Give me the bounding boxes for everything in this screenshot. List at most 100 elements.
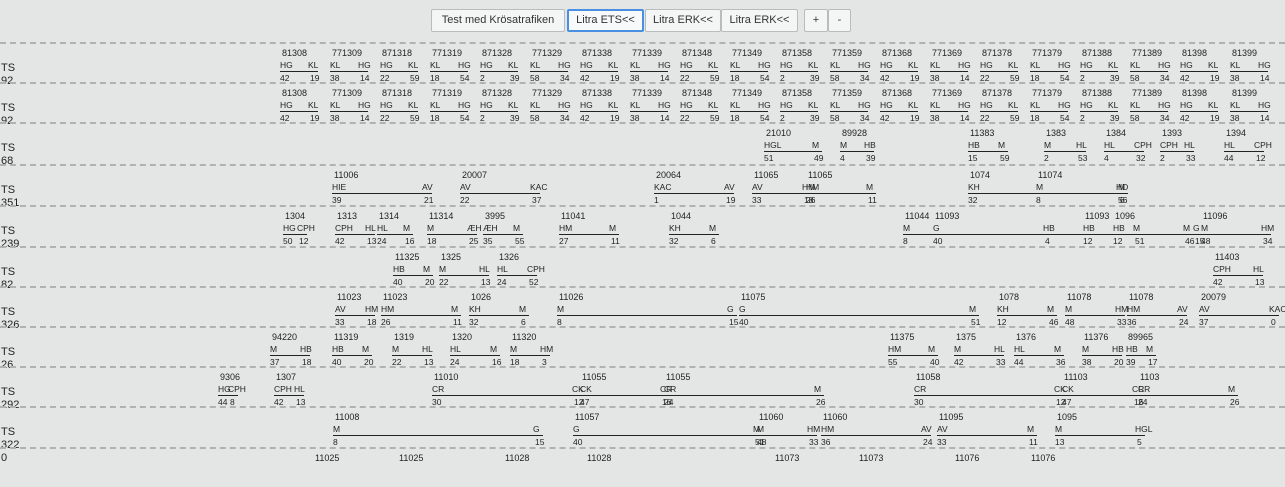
trip-line[interactable] <box>280 71 318 72</box>
train-number[interactable]: 771369 <box>932 88 962 98</box>
train-number[interactable]: 11325 <box>395 252 419 262</box>
trip-line[interactable] <box>830 71 868 72</box>
train-number[interactable]: 771319 <box>432 88 462 98</box>
trip-line[interactable] <box>381 315 461 316</box>
trip-line[interactable] <box>1113 234 1193 235</box>
train-number[interactable]: 11028 <box>587 453 611 463</box>
trip-line[interactable] <box>1180 111 1218 112</box>
train-number[interactable]: 81398 <box>1182 88 1207 98</box>
train-number[interactable]: 3995 <box>485 211 505 221</box>
train-number[interactable]: 11055 <box>582 372 606 382</box>
trip-line[interactable] <box>530 111 568 112</box>
trip-line[interactable] <box>880 71 918 72</box>
train-number[interactable]: 81308 <box>282 88 307 98</box>
train-number[interactable]: 11075 <box>741 292 765 302</box>
train-number[interactable]: 771319 <box>432 48 462 58</box>
train-number[interactable]: 11058 <box>916 372 940 382</box>
trip-line[interactable] <box>1062 395 1142 396</box>
train-number[interactable]: 1304 <box>285 211 305 221</box>
trip-line[interactable] <box>1224 151 1264 152</box>
trip-line[interactable] <box>764 151 822 152</box>
trip-line[interactable] <box>335 234 375 235</box>
train-number[interactable]: 11065 <box>808 170 832 180</box>
trip-line[interactable] <box>888 355 938 356</box>
train-number[interactable]: 871328 <box>482 48 512 58</box>
trip-line[interactable] <box>880 111 918 112</box>
trip-line[interactable] <box>1160 151 1194 152</box>
train-number[interactable]: 81399 <box>1232 48 1257 58</box>
train-number[interactable]: 771379 <box>1032 48 1062 58</box>
trip-line[interactable] <box>1030 71 1068 72</box>
train-number[interactable]: 771329 <box>532 88 562 98</box>
train-number[interactable]: 1394 <box>1226 128 1246 138</box>
trip-line[interactable] <box>1104 151 1144 152</box>
train-number[interactable]: 771309 <box>332 48 362 58</box>
trip-line[interactable] <box>510 355 550 356</box>
train-number[interactable]: 11103 <box>1064 372 1088 382</box>
train-number[interactable]: 11026 <box>559 292 583 302</box>
train-number[interactable]: 81399 <box>1232 88 1257 98</box>
train-number[interactable]: 771349 <box>732 48 762 58</box>
train-number[interactable]: 771359 <box>832 88 862 98</box>
train-number[interactable]: 771379 <box>1032 88 1062 98</box>
trip-line[interactable] <box>840 151 874 152</box>
train-number[interactable]: 871388 <box>1082 88 1112 98</box>
trip-line[interactable] <box>1055 435 1145 436</box>
test-krosatrafiken-button[interactable]: Test med Krösatrafiken <box>431 9 565 32</box>
trip-line[interactable] <box>630 111 668 112</box>
trip-line[interactable] <box>1080 71 1118 72</box>
train-number[interactable]: 871338 <box>582 88 612 98</box>
train-number[interactable]: 871358 <box>782 88 812 98</box>
trip-line[interactable] <box>332 193 432 194</box>
train-number[interactable]: 871368 <box>882 88 912 98</box>
train-number[interactable]: 1026 <box>471 292 491 302</box>
trip-line[interactable] <box>580 71 618 72</box>
trip-line[interactable] <box>480 71 518 72</box>
train-number[interactable]: 11076 <box>955 453 979 463</box>
train-number[interactable]: 81398 <box>1182 48 1207 58</box>
trip-line[interactable] <box>757 435 817 436</box>
trip-line[interactable] <box>1030 111 1068 112</box>
trip-line[interactable] <box>1036 193 1126 194</box>
trip-line[interactable] <box>427 234 477 235</box>
trip-line[interactable] <box>1065 315 1125 316</box>
train-number[interactable]: 11096 <box>1203 211 1227 221</box>
trip-line[interactable] <box>1044 151 1086 152</box>
trip-line[interactable] <box>930 71 968 72</box>
train-number[interactable]: 1384 <box>1106 128 1126 138</box>
train-number[interactable]: 11010 <box>434 372 458 382</box>
trip-line[interactable] <box>559 234 619 235</box>
train-number[interactable]: 11076 <box>1031 453 1055 463</box>
train-number[interactable]: 11060 <box>759 412 783 422</box>
train-number[interactable]: 11065 <box>754 170 778 180</box>
train-number[interactable]: 771349 <box>732 88 762 98</box>
trip-line[interactable] <box>573 435 763 436</box>
trip-line[interactable] <box>480 111 518 112</box>
train-number[interactable]: 771329 <box>532 48 562 58</box>
trip-line[interactable] <box>933 234 1053 235</box>
trip-line[interactable] <box>806 193 876 194</box>
train-number[interactable]: 11028 <box>505 453 529 463</box>
train-number[interactable]: 1375 <box>956 332 976 342</box>
train-number[interactable]: 1313 <box>337 211 357 221</box>
train-number[interactable]: 11073 <box>775 453 799 463</box>
train-number[interactable]: 771359 <box>832 48 862 58</box>
train-number[interactable]: 11055 <box>666 372 690 382</box>
trip-line[interactable] <box>730 111 768 112</box>
train-number[interactable]: 1383 <box>1046 128 1066 138</box>
trip-line[interactable] <box>1180 71 1218 72</box>
trip-line[interactable] <box>914 395 1064 396</box>
trip-line[interactable] <box>980 71 1018 72</box>
trip-line[interactable] <box>780 71 818 72</box>
trip-line[interactable] <box>752 193 812 194</box>
train-number[interactable]: 771389 <box>1132 88 1162 98</box>
trip-line[interactable] <box>830 111 868 112</box>
train-number[interactable]: 771339 <box>632 88 662 98</box>
trip-line[interactable] <box>1230 71 1268 72</box>
trip-line[interactable] <box>335 315 375 316</box>
train-number[interactable]: 11044 <box>905 211 929 221</box>
trip-line[interactable] <box>630 71 668 72</box>
trip-line[interactable] <box>469 315 529 316</box>
train-number[interactable]: 871318 <box>382 88 412 98</box>
trip-line[interactable] <box>730 71 768 72</box>
